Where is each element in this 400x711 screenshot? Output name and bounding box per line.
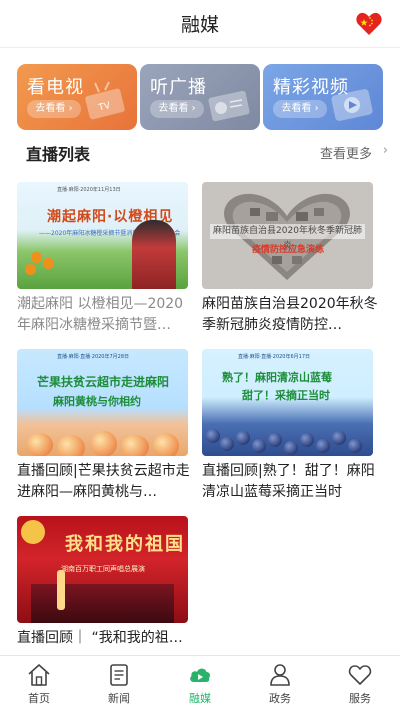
blueberry [348, 439, 362, 453]
blueberry [316, 439, 330, 453]
live-item-caption[interactable]: 直播回顾|芒果扶贫云超市走进麻阳—麻阳黄桃与… [17, 461, 197, 503]
live-list-title: 直播列表 [26, 145, 91, 164]
go-view-button[interactable]: 去看看 › [273, 100, 327, 118]
top-bar: 融媒 [0, 0, 400, 48]
heart-flag-icon[interactable] [356, 12, 382, 36]
peach-fruit [121, 435, 149, 456]
news-icon [110, 664, 128, 686]
live-thumbnail-covid-drill[interactable]: 麻阳苗族自治县2020年秋冬季新冠肺炎 疫情防控应急演练 [202, 182, 373, 289]
service-heart-icon [348, 665, 372, 685]
thumb-subtitle: 麻阳黄桃与你相约 [53, 395, 141, 408]
nav-item-service[interactable]: 服务 [330, 662, 390, 708]
anniversary-badge [21, 520, 45, 544]
performer-figure [132, 220, 176, 289]
blueberry [332, 431, 346, 445]
thumb-title: 麻阳苗族自治县2020年秋冬季新冠肺炎 [210, 224, 365, 251]
microphone-graphic [57, 570, 65, 610]
peach-fruit [57, 435, 85, 456]
live-item-caption[interactable]: 直播回顾｜ “我和我的祖… [17, 628, 197, 655]
peach-fruit [27, 433, 53, 456]
chevron-right-icon[interactable]: › [383, 143, 388, 158]
card-title: 听广播 [150, 77, 207, 98]
thumb-title: 芒果扶贫云超市走进麻阳 [37, 375, 170, 389]
orange-fruit [25, 264, 36, 275]
page-title: 融媒 [180, 14, 219, 36]
blueberry [206, 429, 220, 443]
thumb-header-text: 直播·麻阳·直播·2020年6月17日 [238, 354, 311, 360]
live-item-caption[interactable]: 直播回顾|熟了！甜了！麻阳清凉山蓝莓采摘正当时 [202, 461, 382, 503]
nav-item-media[interactable]: 融媒 [170, 662, 230, 708]
blueberry [220, 437, 234, 451]
feature-cards: 看电视 去看看 › TV 听广播 去看看 › 精彩视频 去看看 › [17, 64, 383, 130]
blueberry [284, 441, 298, 455]
live-thumbnail-my-motherland[interactable]: 我和我的祖国 湖南百万职工同声唱总展演 [17, 516, 188, 623]
nav-item-home[interactable]: 首页 [9, 662, 69, 708]
media-cloud-icon [190, 668, 211, 682]
nav-label: 服务 [349, 692, 371, 705]
nav-item-government[interactable]: 政务 [250, 662, 310, 708]
thumb-title: 熟了！麻阳清凉山蓝莓 [222, 371, 332, 384]
orange-fruit [31, 252, 42, 263]
stage-graphic [31, 584, 174, 623]
go-watch-button[interactable]: 去看看 › [27, 100, 81, 118]
nav-label: 首页 [28, 692, 50, 705]
thumb-header-text: 直播·麻阳·直播·2020年7月28日 [57, 354, 130, 360]
bottom-navigation: 首页 新闻 融媒 政务 服务 [0, 655, 400, 711]
card-title: 看电视 [27, 77, 84, 98]
blueberry [236, 431, 250, 445]
watch-tv-card[interactable]: 看电视 去看看 › TV [17, 64, 137, 130]
listen-radio-card[interactable]: 听广播 去看看 › [140, 64, 260, 130]
thumb-header-text: 直播·麻阳·2020年11月13日 [57, 187, 121, 193]
government-icon [270, 664, 290, 686]
radio-icon [208, 90, 250, 122]
peach-fruit [91, 431, 117, 456]
tv-icon: TV [85, 81, 125, 120]
thumb-subtitle: 甜了！采摘正当时 [242, 389, 330, 402]
nav-label: 新闻 [108, 692, 130, 705]
featured-video-card[interactable]: 精彩视频 去看看 › [263, 64, 383, 130]
home-icon [28, 664, 50, 686]
thumb-subtitle: 疫情防控应急演练 [251, 245, 324, 255]
orange-fruit [43, 258, 54, 269]
live-thumbnail-peach[interactable]: 直播·麻阳·直播·2020年7月28日 芒果扶贫云超市走进麻阳 麻阳黄桃与你相约 [17, 349, 188, 456]
live-item-caption[interactable]: 麻阳苗族自治县2020年秋冬季新冠肺炎疫情防控… [202, 294, 382, 336]
live-thumbnail-mayang-orange[interactable]: 直播·麻阳·2020年11月13日 潮起麻阳·以橙相见 ——2020年麻阳冰糖橙… [17, 182, 188, 289]
video-play-icon [331, 89, 373, 121]
live-item-caption[interactable]: 潮起麻阳 以橙相见—2020年麻阳冰糖橙采摘节暨… [17, 294, 197, 336]
blueberry [252, 439, 266, 453]
thumb-subtitle: 湖南百万职工同声唱总展演 [61, 565, 145, 573]
view-more-link[interactable]: 查看更多 [320, 143, 372, 162]
go-listen-button[interactable]: 去看看 › [150, 100, 204, 118]
thumb-title: 我和我的祖国 [65, 534, 185, 555]
nav-label: 融媒 [189, 692, 211, 705]
nav-label: 政务 [269, 692, 291, 705]
live-thumbnail-blueberry[interactable]: 直播·麻阳·直播·2020年6月17日 熟了！麻阳清凉山蓝莓 甜了！采摘正当时 [202, 349, 373, 456]
blueberry [300, 433, 314, 447]
nav-item-news[interactable]: 新闻 [89, 662, 149, 708]
blueberry [268, 433, 282, 447]
peach-fruit [153, 433, 179, 456]
